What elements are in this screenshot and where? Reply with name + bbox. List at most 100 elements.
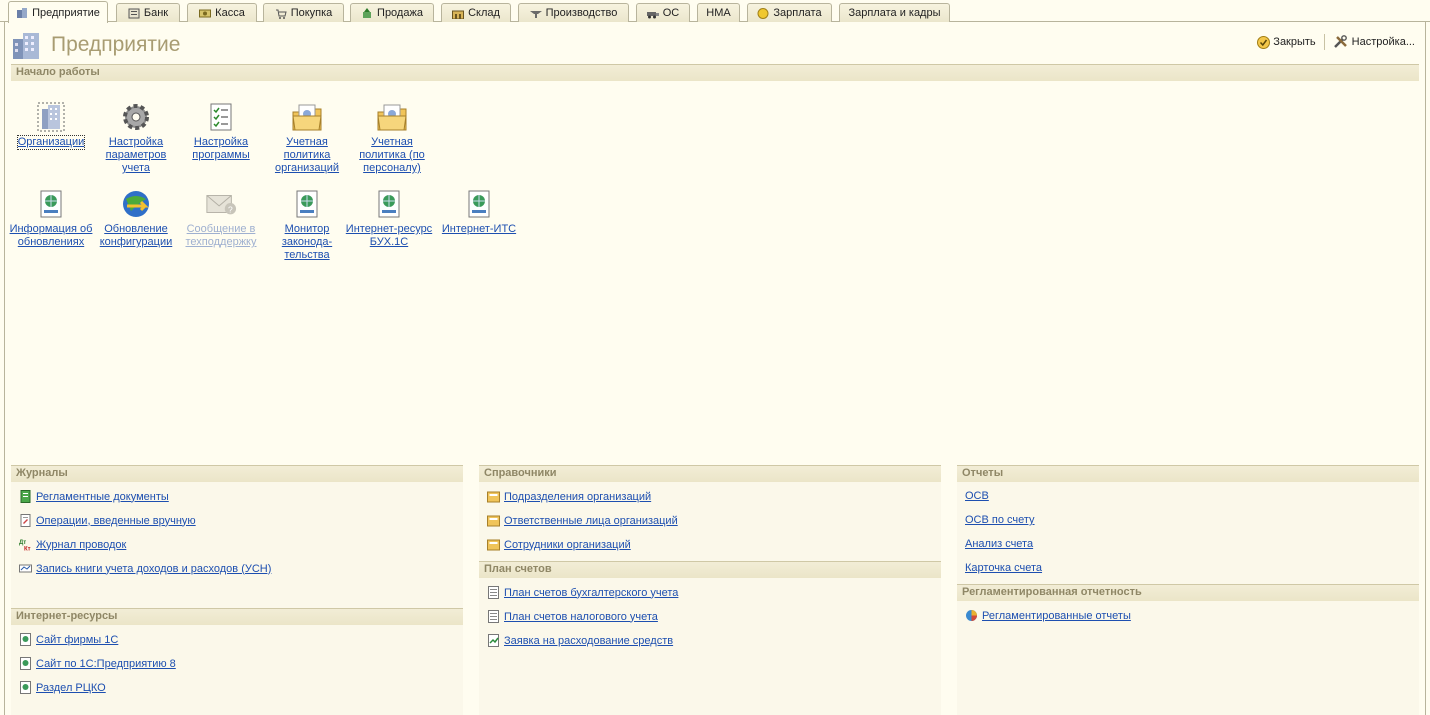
tile-support-message[interactable]: ? Сообщение в техподдержку — [177, 187, 265, 249]
sale-icon — [363, 7, 372, 18]
settings-button[interactable]: Настройка... — [1333, 35, 1415, 49]
tab-label: Производство — [545, 7, 618, 19]
tile-legislation-monitor[interactable]: Монитор законода-тельства — [263, 187, 351, 262]
tab-purchase[interactable]: Покупка — [263, 3, 344, 22]
close-button[interactable]: Закрыть — [1257, 35, 1316, 49]
catalog-folder-icon — [487, 515, 500, 527]
tile-internet-its[interactable]: Интернет-ИТС — [435, 187, 523, 236]
report-link[interactable]: Карточка счета — [965, 562, 1042, 574]
account-link[interactable]: План счетов бухгалтерского учета — [487, 586, 678, 599]
policy-folder-icon — [292, 104, 322, 131]
journal-label: Запись книги учета доходов и расходов (У… — [36, 562, 272, 575]
tile-config-update[interactable]: Обновление конфигурации — [92, 187, 180, 249]
internet-heading: Интернет-ресурсы — [11, 608, 463, 625]
tab-bank[interactable]: Банк — [116, 3, 180, 22]
tab-fixed-assets[interactable]: ОС — [636, 3, 690, 22]
catalog-link[interactable]: Ответственные лица организаций — [487, 514, 678, 527]
account-label: План счетов бухгалтерского учета — [504, 586, 679, 599]
web-doc-icon — [40, 190, 62, 218]
policy-folder-icon — [377, 104, 407, 131]
regulated-link[interactable]: Регламентированные отчеты — [965, 609, 1131, 622]
enterprise-building-icon — [13, 33, 39, 59]
tile-update-info[interactable]: Информация об обновлениях — [7, 187, 95, 249]
journal-link[interactable]: Операции, введенные вручную — [19, 514, 196, 527]
warehouse-icon — [452, 10, 465, 19]
tile-label: Учетная политика организаций — [274, 136, 340, 174]
right-panel: Отчеты ОСВ ОСВ по счету Анализ счета Кар… — [957, 465, 1419, 715]
catalog-label: Сотрудники организаций — [504, 538, 631, 551]
close-icon — [1257, 35, 1271, 49]
tile-organizations[interactable]: Организации — [7, 100, 95, 150]
tile-label: Настройка программы — [192, 136, 250, 161]
tile-org-policy[interactable]: Учетная политика организаций — [263, 100, 351, 175]
bank-icon — [128, 8, 140, 18]
journal-label: Журнал проводок — [36, 538, 127, 551]
internet-link[interactable]: Сайт фирмы 1С — [19, 633, 118, 646]
regulated-label: Регламентированные отчеты — [982, 609, 1131, 622]
tab-intangibles[interactable]: НМА — [697, 3, 740, 22]
journal-link[interactable]: Дт Кт Журнал проводок — [19, 538, 127, 552]
catalog-label: Ответственные лица организаций — [504, 514, 678, 527]
journal-label: Регламентные документы — [36, 490, 169, 503]
settings-label: Настройка... — [1351, 36, 1415, 48]
page-header: Предприятие — [11, 28, 180, 62]
main-frame: Предприятие Закрыть Настройка... Начало … — [4, 22, 1426, 715]
web-doc-icon — [296, 190, 318, 218]
tile-accounting-params[interactable]: Настройка параметров учета — [92, 100, 180, 175]
tile-label: Настройка параметров учета — [105, 136, 167, 174]
internet-link[interactable]: Раздел РЦКО — [19, 681, 106, 694]
header-actions: Закрыть Настройка... — [1257, 34, 1415, 50]
report-link[interactable]: ОСВ по счету — [965, 514, 1035, 526]
web-doc-icon — [20, 681, 31, 694]
tab-label: Зарплата — [773, 7, 822, 19]
purchase-icon — [275, 9, 287, 19]
report-link[interactable]: Анализ счета — [965, 538, 1033, 550]
tile-buh-1c-resource[interactable]: Интернет-ресурс БУХ.1С — [345, 187, 433, 249]
close-label: Закрыть — [1273, 36, 1316, 48]
tab-salary-hr[interactable]: Зарплата и кадры — [839, 3, 950, 22]
journal-link[interactable]: Регламентные документы — [19, 490, 169, 503]
page-title: Предприятие — [51, 33, 181, 56]
globe-update-icon — [123, 191, 149, 217]
cash-icon — [199, 9, 212, 17]
gear-icon — [123, 104, 149, 130]
tab-label: Продажа — [377, 7, 423, 19]
tab-warehouse[interactable]: Склад — [441, 3, 511, 22]
report-label: ОСВ по счету — [965, 514, 1035, 526]
tile-program-settings[interactable]: Настройка программы — [177, 100, 265, 162]
tab-salary[interactable]: Зарплата — [747, 3, 832, 22]
header-action-separator — [1323, 34, 1325, 50]
tab-label: Зарплата и кадры — [848, 7, 941, 19]
chart-of-accounts-icon — [488, 610, 499, 623]
svg-text:?: ? — [228, 204, 233, 214]
journal-link[interactable]: Запись книги учета доходов и расходов (У… — [19, 562, 271, 575]
tile-personnel-policy[interactable]: Учетная политика (по персоналу) — [348, 100, 436, 175]
debit-credit-icon: ДтКт — [19, 540, 31, 552]
accounts-heading: План счетов — [479, 561, 941, 578]
journal-label: Операции, введенные вручную — [36, 514, 196, 527]
chart-of-accounts-icon — [488, 586, 499, 599]
pie-chart-icon — [966, 610, 977, 621]
regulated-heading: Регламентированная отчетность — [957, 584, 1419, 601]
tile-label: Обновление конфигурации — [99, 223, 173, 248]
report-link[interactable]: ОСВ — [965, 490, 989, 502]
tab-sale[interactable]: Продажа — [350, 3, 434, 22]
tab-enterprise[interactable]: Предприятие — [8, 1, 108, 23]
reports-heading: Отчеты — [957, 465, 1419, 482]
web-doc-icon — [20, 633, 31, 646]
web-doc-icon — [378, 190, 400, 218]
tab-cash[interactable]: Касса — [187, 3, 257, 22]
internet-label: Сайт фирмы 1С — [36, 633, 119, 646]
building-icon — [37, 102, 65, 132]
svg-text:Кт: Кт — [24, 547, 31, 552]
internet-link[interactable]: Сайт по 1С:Предприятию 8 — [19, 657, 176, 670]
account-link[interactable]: Заявка на расходование средств — [487, 634, 673, 647]
account-label: Заявка на расходование средств — [504, 634, 674, 647]
account-link[interactable]: План счетов налогового учета — [487, 610, 658, 623]
tab-production[interactable]: Производство — [518, 3, 629, 22]
tile-label: Информация об обновлениях — [9, 223, 93, 248]
catalog-link[interactable]: Сотрудники организаций — [487, 538, 631, 551]
catalog-label: Подразделения организаций — [504, 490, 652, 503]
catalog-folder-icon — [487, 491, 500, 503]
catalog-link[interactable]: Подразделения организаций — [487, 490, 651, 503]
